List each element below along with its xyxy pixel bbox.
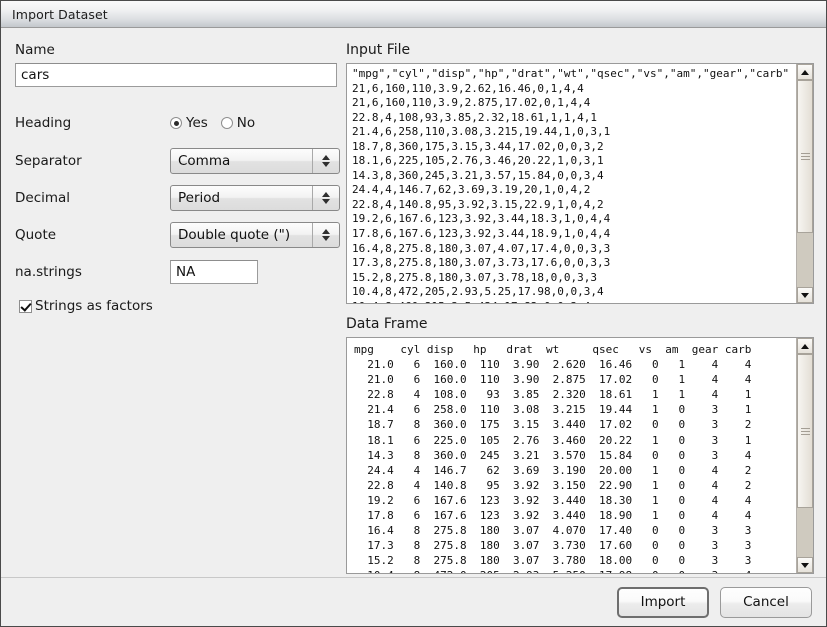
button-bar: Import Cancel [1, 577, 826, 626]
chevron-up-icon[interactable] [322, 155, 330, 160]
triangle-down-icon [801, 562, 809, 568]
scroll-track[interactable] [797, 354, 813, 557]
name-input[interactable] [15, 63, 337, 87]
scroll-thumb[interactable] [797, 354, 813, 509]
strings-as-factors-label: Strings as factors [35, 298, 153, 314]
scroll-up-button[interactable] [797, 338, 813, 354]
quote-combobox[interactable]: Double quote (") [170, 222, 340, 248]
quote-row: Quote Double quote (") [15, 222, 340, 248]
scroll-down-button[interactable] [797, 287, 813, 303]
radio-yes-label: Yes [186, 115, 208, 131]
separator-spinner[interactable] [312, 149, 339, 173]
input-file-label: Input File [346, 42, 411, 58]
data-frame-table[interactable]: mpg cyl disp hp drat wt qsec vs am gear … [347, 338, 796, 573]
chevron-down-icon[interactable] [322, 236, 330, 241]
preview-panel: Input File "mpg","cyl","disp","hp","drat… [346, 42, 814, 574]
separator-value: Comma [178, 153, 231, 169]
strings-as-factors-checkbox[interactable] [19, 299, 32, 313]
import-dataset-dialog: Import Dataset Name Heading Yes No Separ… [0, 0, 827, 627]
input-file-textarea[interactable]: "mpg","cyl","disp","hp","drat","wt","qse… [347, 64, 796, 303]
decimal-label: Decimal [15, 190, 71, 206]
chevron-down-icon[interactable] [322, 199, 330, 204]
grip-icon [800, 151, 810, 162]
decimal-spinner[interactable] [312, 186, 339, 210]
radio-no-label: No [236, 115, 256, 131]
input-file-box: "mpg","cyl","disp","hp","drat","wt","qse… [346, 63, 814, 304]
triangle-down-icon [801, 292, 809, 298]
triangle-up-icon [801, 69, 809, 75]
radio-no-icon[interactable] [220, 117, 233, 129]
scroll-thumb[interactable] [797, 80, 813, 234]
cancel-button[interactable]: Cancel [720, 586, 812, 618]
separator-label: Separator [15, 153, 82, 169]
decimal-combobox[interactable]: Period [170, 185, 340, 211]
quote-spinner[interactable] [312, 223, 339, 247]
heading-radio-no[interactable]: No [220, 115, 256, 131]
chevron-up-icon[interactable] [322, 192, 330, 197]
grip-icon [800, 426, 810, 437]
separator-combobox[interactable]: Comma [170, 148, 340, 174]
separator-row: Separator Comma [15, 148, 340, 174]
heading-row: Heading Yes No [15, 111, 340, 135]
input-file-scrollbar[interactable] [796, 64, 813, 303]
window-title: Import Dataset [12, 6, 108, 22]
scroll-down-button[interactable] [797, 557, 813, 573]
nastrings-row: na.strings [15, 260, 340, 284]
heading-label: Heading [15, 115, 72, 131]
title-bar: Import Dataset [1, 1, 826, 28]
triangle-up-icon [801, 343, 809, 349]
scroll-track[interactable] [797, 80, 813, 287]
strings-as-factors-row[interactable]: Strings as factors [19, 298, 340, 314]
decimal-value: Period [178, 190, 221, 206]
quote-value: Double quote (") [178, 227, 291, 243]
name-label: Name [15, 42, 55, 58]
options-panel: Name Heading Yes No Separator Comma [15, 42, 340, 314]
import-button[interactable]: Import [617, 586, 709, 618]
heading-radio-yes[interactable]: Yes [170, 115, 208, 131]
nastrings-label: na.strings [15, 264, 82, 280]
data-frame-box: mpg cyl disp hp drat wt qsec vs am gear … [346, 337, 814, 574]
nastrings-input[interactable] [170, 260, 258, 284]
chevron-down-icon[interactable] [322, 162, 330, 167]
radio-yes-icon[interactable] [170, 117, 182, 129]
dialog-content: Name Heading Yes No Separator Comma [1, 28, 826, 626]
data-frame-label: Data Frame [346, 316, 428, 332]
chevron-up-icon[interactable] [322, 229, 330, 234]
scroll-up-button[interactable] [797, 64, 813, 80]
quote-label: Quote [15, 227, 57, 243]
data-frame-scrollbar[interactable] [796, 338, 813, 573]
decimal-row: Decimal Period [15, 185, 340, 211]
